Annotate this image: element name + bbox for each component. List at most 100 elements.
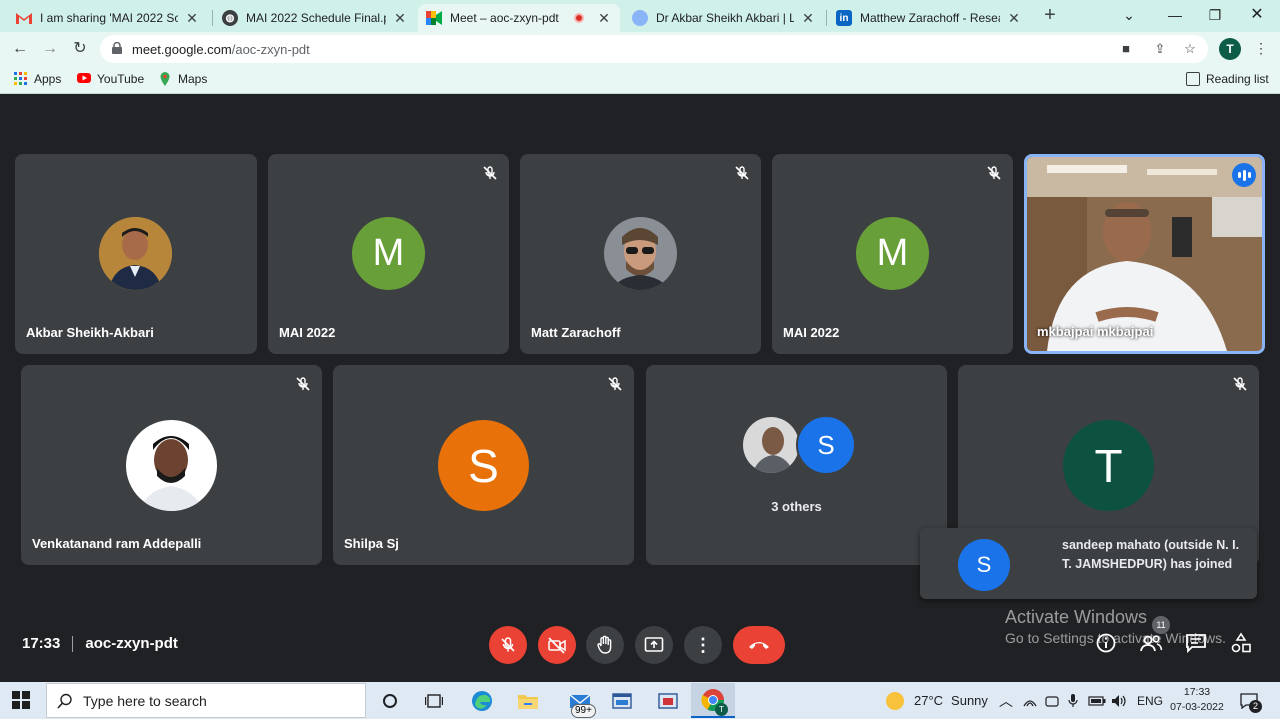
gmail-icon — [16, 10, 32, 26]
tab-title: Matthew Zarachoff - Researc — [860, 11, 1000, 25]
tab-linkedin[interactable]: in Matthew Zarachoff - Researc ✕ — [828, 4, 1030, 32]
camera-toggle-button[interactable] — [538, 626, 576, 664]
close-icon[interactable]: ✕ — [392, 10, 408, 27]
bookmark-youtube[interactable]: YouTube — [77, 72, 144, 86]
linkedin-icon: in — [836, 10, 852, 26]
search-icon — [57, 693, 72, 709]
system-clock[interactable]: 17:33 07-03-2022 — [1168, 685, 1226, 715]
tab-gmail[interactable]: I am sharing 'MAI 2022 Sche ✕ — [8, 4, 208, 32]
mic-toggle-button[interactable] — [489, 626, 527, 664]
clock-date: 07-03-2022 — [1170, 701, 1224, 713]
participant-avatar: M — [352, 217, 425, 290]
participant-tile-video[interactable]: mkbajpai mkbajpai — [1024, 154, 1265, 354]
participant-tile[interactable]: M MAI 2022 — [772, 154, 1013, 354]
globe-icon: ◍ — [222, 10, 238, 26]
share-icon[interactable]: ⇪ — [1152, 41, 1168, 57]
meet-call-area: Akbar Sheikh-Akbari M MAI 2022 Matt Zara… — [0, 95, 1280, 682]
hang-up-icon — [749, 642, 769, 649]
bookmark-apps[interactable]: Apps — [14, 72, 61, 86]
present-icon — [644, 637, 664, 652]
participant-tile[interactable]: Venkatanand ram Addepalli — [21, 365, 322, 565]
meeting-code: aoc-zxyn-pdt — [85, 635, 178, 652]
participant-name: Akbar Sheikh-Akbari — [26, 325, 154, 340]
volume-icon[interactable] — [1111, 682, 1127, 719]
tab-search-button[interactable]: ⌄ — [1106, 0, 1152, 32]
address-bar[interactable]: meet.google.com/aoc-zxyn-pdt ■ ⇪ ☆ — [100, 35, 1208, 63]
app-window-2-icon[interactable] — [655, 688, 681, 714]
more-options-button[interactable]: ⋮ — [684, 626, 722, 664]
participant-avatar: T — [1063, 420, 1154, 511]
forward-icon[interactable]: → — [38, 37, 62, 61]
participant-name: Venkatanand ram Addepalli — [32, 536, 202, 551]
file-explorer-icon[interactable] — [515, 688, 541, 714]
people-icon[interactable] — [1139, 631, 1163, 655]
participant-tile[interactable]: S Shilpa Sj — [333, 365, 634, 565]
bookmark-maps[interactable]: Maps — [158, 72, 207, 86]
meet-icon — [426, 10, 442, 26]
close-icon[interactable]: ✕ — [1006, 10, 1022, 27]
battery-icon[interactable] — [1088, 682, 1106, 719]
chat-icon[interactable] — [1184, 631, 1208, 655]
language-indicator[interactable]: ENG — [1137, 682, 1163, 719]
mic-off-icon — [608, 377, 622, 391]
recording-icon — [574, 13, 584, 23]
participant-name: Shilpa Sj — [344, 536, 399, 551]
microphone-icon[interactable] — [1068, 682, 1078, 719]
close-window-button[interactable]: ✕ — [1234, 0, 1280, 32]
hand-icon — [597, 635, 612, 654]
app-window-icon[interactable] — [609, 688, 635, 714]
more-vert-icon: ⋮ — [694, 634, 712, 655]
network-icon[interactable] — [1023, 682, 1037, 719]
meet-tray-icon[interactable] — [1045, 682, 1059, 719]
camera-icon[interactable]: ■ — [1118, 41, 1134, 57]
mail-icon[interactable]: 99+ — [563, 688, 597, 718]
close-icon[interactable]: ✕ — [800, 10, 816, 27]
edge-icon[interactable] — [469, 688, 495, 714]
browser-menu-icon[interactable]: ⋮ — [1254, 40, 1268, 57]
join-message: sandeep mahato (outside N. I. T. JAMSHED… — [1062, 538, 1240, 571]
bookmark-star-icon[interactable]: ☆ — [1182, 41, 1198, 57]
globe-icon — [632, 10, 648, 26]
new-tab-button[interactable]: + — [1038, 4, 1062, 28]
raise-hand-button[interactable] — [586, 626, 624, 664]
chrome-taskbar-icon[interactable]: T — [691, 683, 735, 718]
windows-start-icon[interactable] — [12, 691, 30, 709]
tab-title: MAI 2022 Schedule Final.pdf — [246, 11, 386, 25]
participant-tile[interactable]: Matt Zarachoff — [520, 154, 761, 354]
participant-avatar: S — [796, 415, 856, 475]
profile-avatar[interactable]: T — [1219, 38, 1241, 60]
reload-icon[interactable]: ↻ — [68, 37, 92, 61]
task-view-icon[interactable] — [421, 688, 447, 714]
reading-list-button[interactable]: Reading list — [1186, 72, 1269, 86]
bookmark-label: Maps — [178, 72, 208, 86]
close-icon[interactable]: ✕ — [596, 10, 612, 27]
taskbar-search-box[interactable]: Type here to search — [46, 683, 366, 718]
maps-icon — [158, 72, 172, 86]
others-tile[interactable]: S 3 others — [646, 365, 947, 565]
cortana-icon[interactable] — [377, 688, 403, 714]
leave-call-button[interactable] — [733, 626, 785, 664]
notifications-button[interactable]: 2 — [1240, 682, 1262, 719]
close-icon[interactable]: ✕ — [184, 10, 200, 27]
weather-text: Sunny — [951, 693, 988, 708]
tab-pdf[interactable]: ◍ MAI 2022 Schedule Final.pdf ✕ — [214, 4, 416, 32]
show-hidden-icons[interactable]: ︿ — [999, 682, 1013, 719]
speaking-indicator-icon — [1232, 163, 1256, 187]
tab-akbar[interactable]: Dr Akbar Sheikh Akbari | Lee ✕ — [624, 4, 824, 32]
activities-icon[interactable] — [1229, 631, 1253, 655]
maximize-button[interactable]: ❐ — [1192, 0, 1238, 32]
weather-widget[interactable]: 27°C Sunny — [886, 682, 988, 719]
participant-tile[interactable]: Akbar Sheikh-Akbari — [15, 154, 257, 354]
back-icon[interactable]: ← — [8, 37, 32, 61]
clock-time: 17:33 — [1183, 686, 1211, 698]
present-screen-button[interactable] — [635, 626, 673, 664]
participant-name: mkbajpai mkbajpai — [1037, 324, 1154, 339]
participant-tile[interactable]: M MAI 2022 — [268, 154, 509, 354]
search-placeholder: Type here to search — [83, 692, 207, 709]
meeting-info-icon[interactable] — [1094, 631, 1118, 655]
participant-photo — [99, 217, 172, 290]
tab-meet[interactable]: Meet – aoc-zxyn-pdt ✕ — [418, 4, 620, 32]
chrome-profile-badge: T — [715, 703, 728, 716]
participant-avatar: M — [856, 217, 929, 290]
weather-temp: 27°C — [914, 693, 944, 708]
